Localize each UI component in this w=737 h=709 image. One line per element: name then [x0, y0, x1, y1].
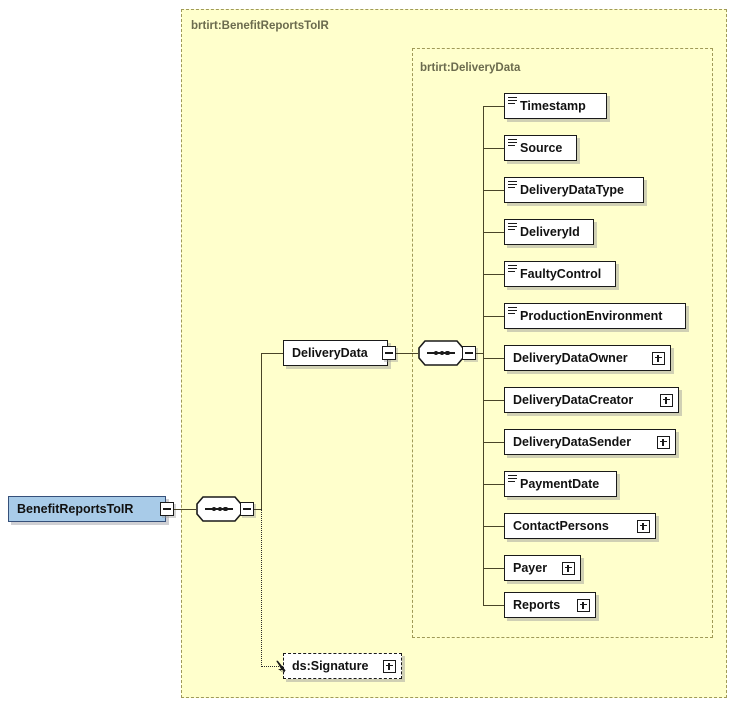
node-ds-signature-label: ds:Signature: [292, 658, 369, 673]
node-deliverydata-label: DeliveryData: [292, 345, 368, 360]
sequence-dot-icon: [223, 506, 228, 511]
optional-arrow-icon: [276, 660, 286, 673]
connector-children-spine: [483, 106, 484, 605]
connector-child-stub: [483, 605, 504, 606]
node-deliverydataowner-label: DeliveryDataOwner: [513, 350, 628, 365]
node-deliverydatacreator-label: DeliveryDataCreator: [513, 392, 634, 407]
node-benefitreportstoir-label: BenefitReportsToIR: [17, 501, 134, 516]
node-deliverydatacreator[interactable]: DeliveryDataCreator: [504, 387, 679, 413]
node-reports-label: Reports: [513, 597, 561, 612]
node-reports-expand-icon[interactable]: [577, 598, 590, 612]
node-contactpersons-label: ContactPersons: [513, 518, 609, 533]
connector-child-stub: [483, 148, 504, 149]
connector-root-to-sequence: [174, 508, 196, 510]
sequence-dot-icon: [439, 350, 444, 355]
compositor-deliverydata-sequence-toggle[interactable]: [462, 346, 476, 360]
sequence-glyph-icon: [508, 261, 517, 287]
connector-deliverydata-to-sequence: [396, 352, 418, 354]
node-payer-expand-icon[interactable]: [562, 561, 575, 575]
connector-child-stub: [483, 106, 504, 107]
schema-diagram: brtirt:BenefitReportsToIR brtirt:Deliver…: [0, 0, 737, 709]
connector-child-stub: [483, 358, 504, 359]
connector-trunk-to-deliverydata: [261, 353, 283, 354]
container-benefitreportstoir-label: brtirt:BenefitReportsToIR: [191, 20, 329, 32]
node-contactpersons[interactable]: ContactPersons: [504, 513, 656, 539]
node-deliveryid-label: DeliveryId: [520, 224, 580, 239]
node-benefitreportstoir-collapse-toggle[interactable]: [160, 502, 174, 516]
node-paymentdate[interactable]: PaymentDate: [504, 471, 617, 497]
sequence-glyph-icon: [508, 471, 517, 497]
sequence-dot-icon: [217, 506, 222, 511]
node-productionenvironment-label: ProductionEnvironment: [520, 308, 663, 323]
connector-child-stub: [483, 190, 504, 191]
node-payer[interactable]: Payer: [504, 555, 581, 581]
node-productionenvironment[interactable]: ProductionEnvironment: [504, 303, 686, 329]
connector-child-stub: [483, 232, 504, 233]
node-contactpersons-expand-icon[interactable]: [637, 519, 650, 533]
node-timestamp[interactable]: Timestamp: [504, 93, 607, 119]
connector-trunk-down-optional: [261, 509, 263, 667]
connector-child-stub: [483, 442, 504, 443]
node-deliverydatatype-label: DeliveryDataType: [520, 182, 624, 197]
compositor-root-sequence[interactable]: [196, 496, 242, 522]
compositor-deliverydata-sequence[interactable]: [418, 340, 464, 366]
node-deliverydata[interactable]: DeliveryData: [283, 340, 388, 366]
node-deliverydatasender[interactable]: DeliveryDataSender: [504, 429, 676, 455]
node-payer-label: Payer: [513, 560, 548, 575]
node-deliverydatatype[interactable]: DeliveryDataType: [504, 177, 644, 203]
node-deliverydatacreator-expand-icon[interactable]: [660, 393, 673, 407]
sequence-glyph-icon: [508, 177, 517, 203]
connector-child-stub: [483, 484, 504, 485]
node-deliverydataowner[interactable]: DeliveryDataOwner: [504, 345, 671, 371]
node-ds-signature[interactable]: ds:Signature: [283, 653, 402, 679]
connector-child-stub: [483, 274, 504, 275]
connector-child-stub: [483, 316, 504, 317]
sequence-glyph-icon: [508, 219, 517, 245]
node-reports[interactable]: Reports: [504, 592, 596, 618]
node-deliverydataowner-expand-icon[interactable]: [652, 351, 665, 365]
node-faultycontrol-label: FaultyControl: [520, 266, 602, 281]
node-deliverydata-collapse-toggle[interactable]: [382, 346, 396, 360]
connector-child-stub: [483, 526, 504, 527]
sequence-glyph-icon: [508, 93, 517, 119]
node-source[interactable]: Source: [504, 135, 577, 161]
node-paymentdate-label: PaymentDate: [520, 476, 600, 491]
sequence-dot-icon: [445, 350, 450, 355]
node-deliverydatasender-label: DeliveryDataSender: [513, 434, 632, 449]
node-ds-signature-expand-icon[interactable]: [383, 659, 396, 673]
connector-trunk-up: [261, 353, 262, 509]
connector-child-stub: [483, 568, 504, 569]
sequence-glyph-icon: [508, 303, 517, 329]
compositor-root-sequence-toggle[interactable]: [240, 502, 254, 516]
node-benefitreportstoir[interactable]: BenefitReportsToIR: [8, 496, 166, 522]
node-deliverydatasender-expand-icon[interactable]: [657, 435, 670, 449]
node-timestamp-label: Timestamp: [520, 98, 586, 113]
node-faultycontrol[interactable]: FaultyControl: [504, 261, 616, 287]
node-deliveryid[interactable]: DeliveryId: [504, 219, 594, 245]
container-deliverydata-label: brtirt:DeliveryData: [420, 62, 521, 74]
node-source-label: Source: [520, 140, 563, 155]
sequence-glyph-icon: [508, 135, 517, 161]
connector-child-stub: [483, 400, 504, 401]
